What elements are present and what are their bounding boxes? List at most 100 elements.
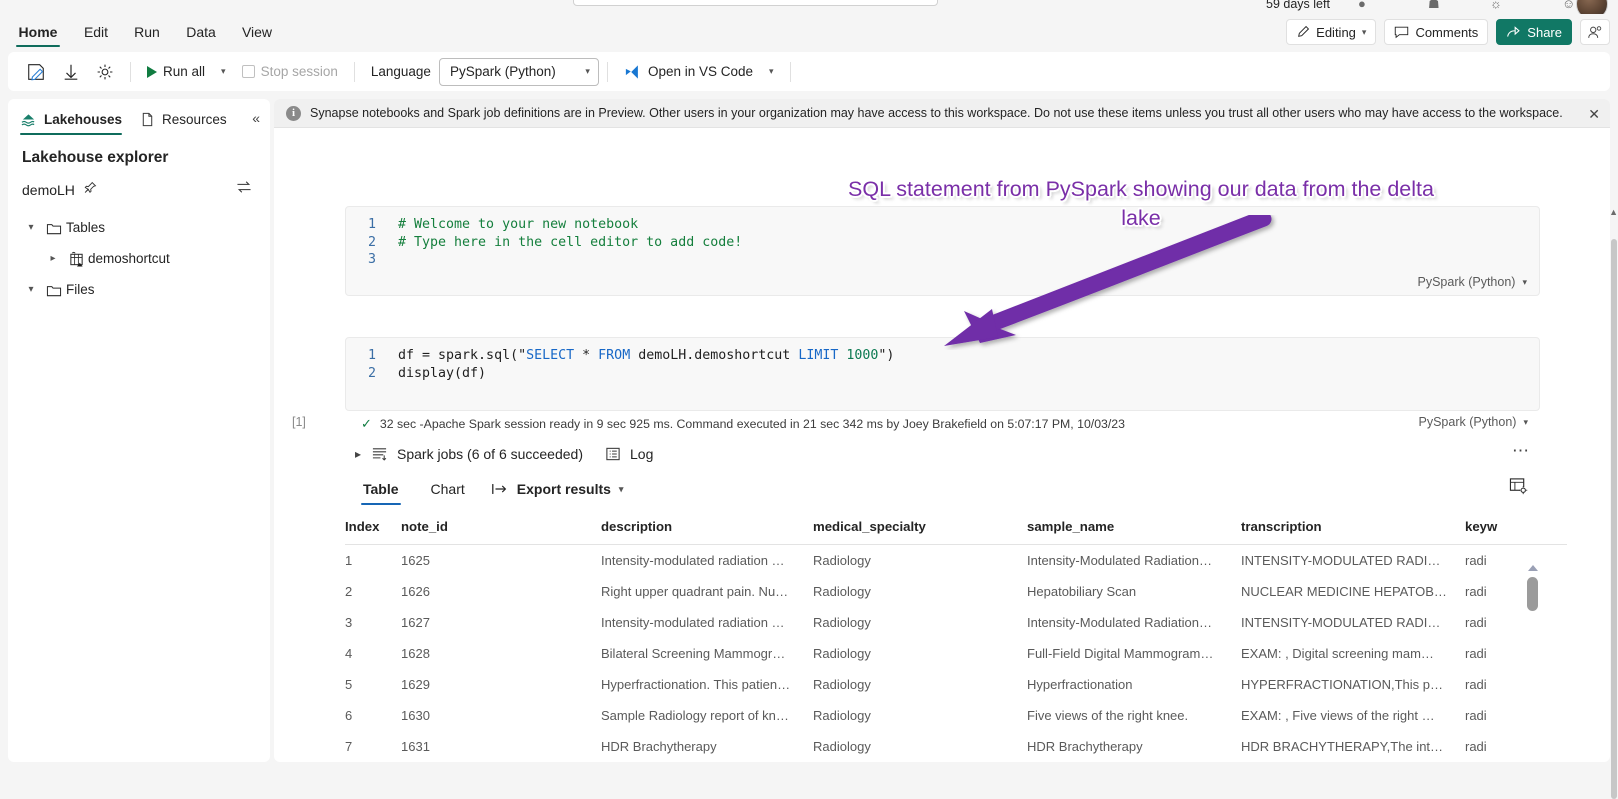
- scrollbar-thumb[interactable]: [1527, 577, 1538, 611]
- table-vertical-scrollbar[interactable]: [1526, 565, 1540, 762]
- smiley-icon[interactable]: ☺: [1562, 0, 1575, 11]
- sidebar-tab-resources-label: Resources: [162, 111, 227, 127]
- download-button[interactable]: [54, 57, 88, 87]
- cell-sample-name: Intensity-Modulated Radiation…: [1027, 614, 1212, 630]
- vs-code-dropdown[interactable]: ▾: [761, 57, 782, 87]
- comments-button[interactable]: Comments: [1384, 19, 1489, 45]
- chevron-down-icon[interactable]: ▾: [20, 222, 42, 233]
- ribbon-right-buttons: Editing ▾ Comments Share: [1286, 14, 1610, 50]
- preview-banner-text: Synapse notebooks and Spark job definiti…: [310, 106, 1563, 120]
- close-icon[interactable]: ✕: [1588, 106, 1600, 123]
- chevron-down-icon[interactable]: ▾: [20, 284, 42, 295]
- cell-medical-specialty: Radiology: [813, 738, 871, 754]
- share-button[interactable]: Share: [1496, 19, 1572, 45]
- line-number: 1: [367, 348, 376, 363]
- table-row[interactable]: 3 1627 Intensity-modulated radiation … R…: [345, 607, 1567, 638]
- global-search-input[interactable]: [573, 0, 938, 6]
- line-number: 2: [367, 365, 376, 381]
- log-button[interactable]: Log: [605, 446, 653, 462]
- save-button[interactable]: [18, 57, 54, 87]
- sidebar-tab-lakehouses[interactable]: Lakehouses: [20, 99, 123, 139]
- cell-1-editor[interactable]: 1 # Welcome to your new notebook 2 # Typ…: [345, 206, 1540, 296]
- chevron-right-icon[interactable]: ▸: [42, 253, 64, 264]
- stop-session-button[interactable]: Stop session: [234, 57, 346, 87]
- tab-table[interactable]: Table: [357, 471, 405, 507]
- tab-edit[interactable]: Edit: [78, 14, 114, 50]
- open-in-vs-code-button[interactable]: Open in VS Code: [616, 57, 761, 87]
- cell-2-language-selector[interactable]: PySpark (Python) ▾: [1419, 415, 1529, 429]
- table-row[interactable]: 5 1629 Hyperfractionation. This patien… …: [345, 669, 1567, 700]
- tree-node-files[interactable]: ▾ Files: [8, 274, 270, 305]
- column-header-index[interactable]: Index: [345, 513, 401, 545]
- cell-transcription: INTENSITY-MODULATED RADI…: [1241, 614, 1441, 630]
- tree-node-tables[interactable]: ▾ Tables: [8, 212, 270, 243]
- export-results-button[interactable]: Export results ▾: [491, 481, 623, 497]
- cell-note-id: 1628: [401, 645, 430, 661]
- grid-settings-icon[interactable]: [1509, 477, 1528, 498]
- table-row[interactable]: 2 1626 Right upper quadrant pain. Nu… Ra…: [345, 576, 1567, 607]
- cell-transcription: INTENSITY-MODULATED RADI…: [1241, 552, 1441, 568]
- manage-access-button[interactable]: [1580, 19, 1610, 45]
- table-row[interactable]: 1 1625 Intensity-modulated radiation … R…: [345, 545, 1567, 576]
- separator: [353, 61, 355, 82]
- cell-index: 6: [345, 707, 353, 723]
- cell-2-code[interactable]: 1 df = spark.sql("SELECT * FROM demoLH.d…: [346, 338, 1539, 391]
- tab-data[interactable]: Data: [182, 14, 220, 50]
- table-row[interactable]: 4 1628 Bilateral Screening Mammogr… Radi…: [345, 638, 1567, 669]
- notebook-cell-1[interactable]: 1 # Welcome to your new notebook 2 # Typ…: [345, 206, 1540, 296]
- explorer-tabs: Lakehouses Resources «: [8, 99, 270, 139]
- question-icon[interactable]: ☼: [1490, 0, 1502, 11]
- selected-lakehouse-row[interactable]: demoLH: [22, 181, 270, 198]
- cell-2-editor[interactable]: 1 df = spark.sql("SELECT * FROM demoLH.d…: [345, 337, 1540, 411]
- chevron-down-icon: ▾: [1522, 276, 1527, 287]
- run-all-dropdown[interactable]: ▾: [213, 57, 234, 87]
- tab-home[interactable]: Home: [16, 14, 60, 50]
- code-text: # Welcome to your new notebook: [398, 217, 639, 232]
- cell-index: 1: [345, 552, 353, 568]
- save-edit-icon: [28, 63, 44, 80]
- column-header-medical-specialty[interactable]: medical_specialty: [813, 513, 1027, 545]
- pin-icon[interactable]: [83, 181, 97, 198]
- cell-index: 8: [345, 762, 401, 763]
- play-icon: [147, 65, 157, 78]
- column-header-keywords[interactable]: keyw: [1465, 513, 1567, 545]
- column-header-note-id[interactable]: note_id: [401, 513, 601, 545]
- editing-mode-button[interactable]: Editing ▾: [1286, 19, 1377, 45]
- language-select[interactable]: PySpark (Python) ▾: [438, 57, 599, 86]
- column-header-transcription[interactable]: transcription: [1241, 513, 1465, 545]
- page-vertical-scrollbar[interactable]: [1611, 239, 1617, 799]
- tree-node-demoshortcut-label: demoshortcut: [88, 251, 170, 266]
- collapse-panel-button[interactable]: «: [252, 110, 260, 126]
- spark-jobs-button[interactable]: Spark jobs (6 of 6 succeeded): [371, 446, 583, 462]
- scroll-up-icon[interactable]: [1528, 565, 1538, 571]
- column-header-description[interactable]: description: [601, 513, 813, 545]
- spark-jobs-label: Spark jobs (6 of 6 succeeded): [397, 446, 583, 462]
- cell-note-id: 1627: [401, 614, 430, 630]
- ellipsis-icon[interactable]: ⋯: [1512, 441, 1530, 461]
- table-row[interactable]: 6 1630 Sample Radiology report of kn… Ra…: [345, 700, 1567, 731]
- expand-spark-jobs-icon[interactable]: ▸: [345, 447, 371, 461]
- cell-1-language-selector[interactable]: PySpark (Python) ▾: [1418, 275, 1528, 289]
- gift-icon[interactable]: ☗: [1428, 0, 1440, 12]
- cell-sample-name: Hyperfractionation: [1027, 676, 1133, 692]
- table-shortcut-icon: [64, 251, 88, 267]
- cell-medical-specialty: Radiology: [813, 614, 871, 630]
- swap-icon[interactable]: [236, 180, 252, 198]
- run-all-button[interactable]: Run all: [139, 57, 213, 87]
- settings-button[interactable]: [88, 57, 122, 87]
- sidebar-tab-resources[interactable]: Resources: [140, 99, 227, 139]
- tab-run[interactable]: Run: [130, 14, 164, 50]
- tab-view[interactable]: View: [238, 14, 276, 50]
- column-header-sample-name[interactable]: sample_name: [1027, 513, 1241, 545]
- notebook-canvas: 1 # Welcome to your new notebook 2 # Typ…: [274, 128, 1610, 762]
- table-row[interactable]: 8 1632 Mammogram, bilateral full-fiel Ra…: [345, 762, 1567, 763]
- notebook-cell-2[interactable]: 1 df = spark.sql("SELECT * FROM demoLH.d…: [292, 337, 1567, 762]
- bell-icon[interactable]: ●: [1358, 0, 1366, 11]
- table-row[interactable]: 7 1631 HDR Brachytherapy Radiology HDR B…: [345, 731, 1567, 762]
- tree-node-tables-label: Tables: [66, 220, 106, 235]
- cell-description: Bilateral Screening Mammogr…: [601, 645, 786, 661]
- scroll-up-icon[interactable]: ▲: [1609, 207, 1618, 217]
- tab-chart[interactable]: Chart: [425, 471, 471, 507]
- tree-node-demoshortcut[interactable]: ▸ demoshortcut: [8, 243, 270, 274]
- cell-1-code[interactable]: 1 # Welcome to your new notebook 2 # Typ…: [346, 207, 1539, 278]
